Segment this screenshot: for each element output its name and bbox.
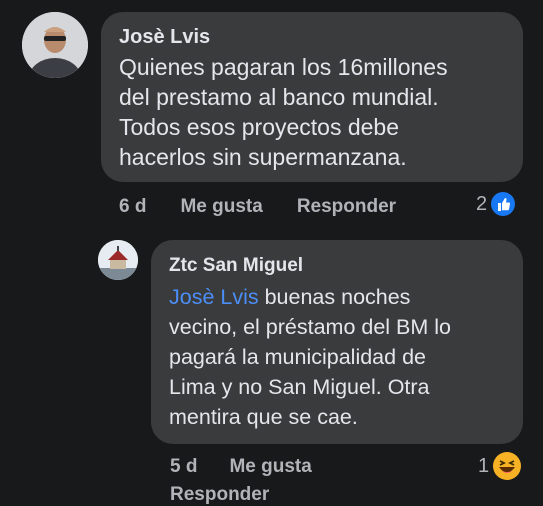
like-button[interactable]: Me gusta [180, 196, 262, 218]
person-photo-icon [22, 12, 88, 78]
reply-comment: Ztc San Miguel Josè Lvis buenas noches v… [0, 230, 543, 505]
reaction-count: 1 [478, 454, 490, 477]
comment-text-line: hacerlos sin supermanzana. [119, 144, 407, 170]
comment-text: Josè Lvis buenas noches vecino, el prést… [169, 282, 505, 432]
gazebo-photo-icon [98, 240, 138, 280]
timestamp[interactable]: 6 d [119, 196, 146, 218]
timestamp[interactable]: 5 d [170, 456, 197, 478]
comment: Josè Lvis Quienes pagaran los 16millones… [0, 0, 543, 230]
comment-bubble: Josè Lvis Quienes pagaran los 16millones… [101, 12, 523, 182]
comment-text-line: Todos esos proyectos debe [119, 114, 400, 140]
comment-bubble: Ztc San Miguel Josè Lvis buenas noches v… [151, 240, 523, 444]
mention-link[interactable]: Josè Lvis [169, 285, 259, 309]
avatar[interactable] [22, 12, 88, 78]
comment-actions: 5 d Me gusta Responder [170, 456, 370, 506]
avatar[interactable] [98, 240, 138, 280]
reaction-summary[interactable]: 2 [476, 192, 516, 216]
comment-text-line: vecino, el préstamo del BM lo [169, 315, 452, 339]
like-icon [491, 192, 516, 216]
comment-author[interactable]: Josè Lvis [119, 24, 505, 50]
comment-author[interactable]: Ztc San Miguel [169, 254, 505, 278]
reaction-summary[interactable]: 1 [478, 452, 522, 480]
comment-actions: 6 d Me gusta Responder [119, 196, 396, 218]
reply-button[interactable]: Responder [170, 484, 370, 506]
comment-text-fragment: buenas noches [258, 285, 411, 309]
comment-text-line: del prestamo al banco mundial. [119, 84, 439, 110]
comment-text-line: Quienes pagaran los 16millones [119, 54, 448, 80]
comment-text-line: mentira que se cae. [169, 405, 358, 429]
comment-text-line: Josè Lvis buenas noches [169, 282, 505, 312]
comment-text-line: Lima y no San Miguel. Otra [169, 375, 430, 399]
reaction-count: 2 [476, 192, 488, 215]
comment-text-line: pagará la municipalidad de [169, 345, 426, 369]
reply-button[interactable]: Responder [297, 196, 396, 218]
comment-text: Quienes pagaran los 16millones del prest… [119, 52, 505, 172]
haha-icon [493, 452, 522, 480]
like-button[interactable]: Me gusta [229, 456, 311, 478]
